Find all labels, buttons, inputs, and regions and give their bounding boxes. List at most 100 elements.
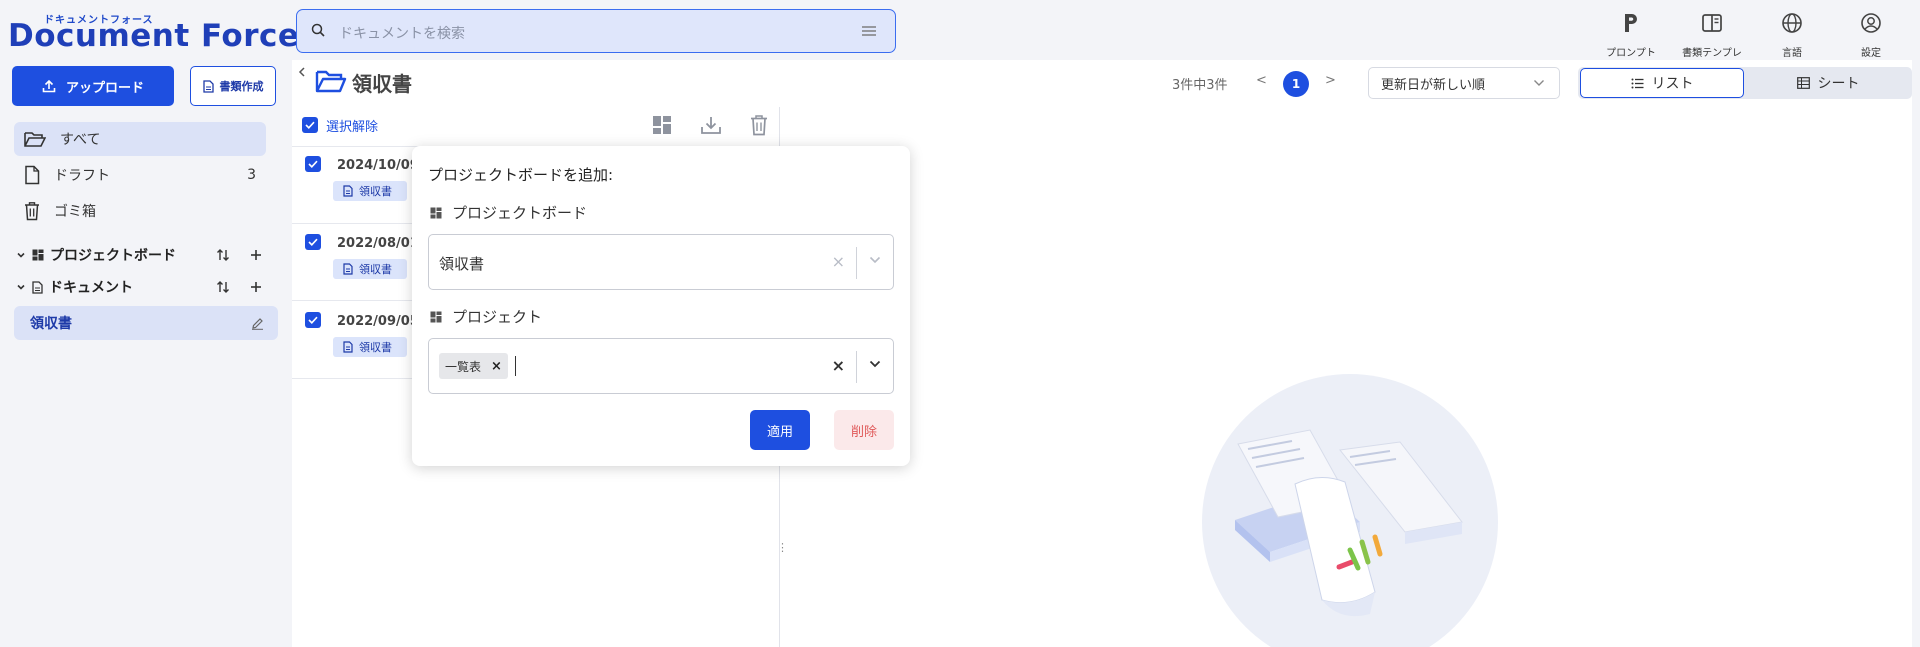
search-input[interactable]: ドキュメントを検索 (339, 23, 465, 43)
sort-icon[interactable] (216, 280, 230, 294)
sheet-icon (1796, 77, 1810, 89)
settings-label: 設定 (1861, 48, 1881, 59)
row-tag-label: 領収書 (359, 185, 392, 198)
add-icon[interactable] (250, 281, 262, 293)
deselect-link[interactable]: 選択解除 (326, 116, 378, 135)
clear-project-icon[interactable]: × (832, 356, 845, 375)
sidebar-item-draft[interactable]: ドラフト 3 (14, 158, 266, 192)
view-list-button[interactable]: リスト (1580, 68, 1744, 98)
row-tag[interactable]: 領収書 (333, 181, 407, 201)
trash-icon (24, 201, 40, 221)
row-tag-label: 領収書 (359, 341, 392, 354)
project-multiselect[interactable]: 一覧表 × × (428, 338, 894, 394)
filter-menu-icon[interactable] (861, 24, 877, 38)
search-icon (311, 23, 325, 37)
chevron-down-icon[interactable] (16, 282, 26, 292)
settings-button[interactable]: 設定 (1826, 10, 1916, 59)
row-date[interactable]: 2024/10/09 (337, 158, 419, 173)
list-icon (1631, 78, 1644, 89)
upload-button[interactable]: アップロード (12, 66, 174, 106)
board-icon (430, 207, 442, 218)
page-title: 領収書 (352, 72, 412, 96)
sidebar-item-label: ドラフト (54, 168, 110, 184)
project-board-value: 領収書 (439, 255, 485, 273)
pager-prev-button[interactable]: < (1256, 73, 1267, 88)
collapse-sidebar-button[interactable] (294, 60, 310, 84)
chevron-down-icon[interactable] (869, 256, 881, 264)
create-document-label: 書類作成 (219, 80, 264, 93)
view-sheet-button[interactable]: シート (1746, 68, 1910, 98)
apply-button[interactable]: 適用 (750, 410, 810, 450)
board-label-text: プロジェクトボード (452, 204, 588, 222)
template-button[interactable]: 書類テンプレ (1667, 10, 1757, 59)
select-all-checkbox[interactable] (302, 117, 318, 133)
prompt-p-icon (1618, 10, 1644, 36)
section-label: ドキュメント (49, 280, 133, 296)
folder-open-icon (24, 130, 46, 148)
chip-remove-icon[interactable]: × (491, 359, 502, 374)
row-checkbox[interactable] (305, 312, 321, 328)
chevron-left-icon (298, 67, 305, 77)
sort-select[interactable]: 更新日が新しい順 (1368, 67, 1560, 99)
board-icon (430, 311, 442, 322)
trash-icon[interactable] (750, 114, 768, 136)
row-date[interactable]: 2022/08/01 (337, 236, 419, 251)
project-board-select[interactable]: 領収書 × (428, 234, 894, 290)
document-icon (32, 280, 43, 294)
sort-value: 更新日が新しい順 (1381, 77, 1486, 93)
row-checkbox[interactable] (305, 234, 321, 250)
pager-page-1[interactable]: 1 (1283, 71, 1309, 97)
view-toggle: リスト シート (1578, 67, 1912, 99)
globe-icon (1779, 10, 1805, 36)
project-field-label: プロジェクト (430, 306, 542, 327)
document-icon (343, 263, 353, 275)
row-checkbox[interactable] (305, 156, 321, 172)
section-project-board[interactable]: プロジェクトボード (16, 243, 276, 267)
add-icon[interactable] (250, 249, 262, 261)
sidebar-folder-receipts[interactable]: 領収書 (14, 306, 278, 340)
resize-handle-icon[interactable]: ⋮ (777, 541, 788, 554)
search-bar[interactable]: ドキュメントを検索 (296, 9, 896, 53)
user-circle-icon (1858, 10, 1884, 36)
sidebar-item-all[interactable]: すべて (14, 122, 266, 156)
project-label-text: プロジェクト (452, 308, 543, 326)
prompt-label: プロンプト (1606, 48, 1656, 59)
view-list-label: リスト (1651, 76, 1694, 92)
edit-pencil-icon[interactable] (251, 317, 264, 330)
board-field-label: プロジェクトボード (430, 202, 587, 223)
upload-icon (42, 79, 56, 93)
select-separator (856, 247, 857, 279)
list-toolbar: 選択解除 (302, 112, 780, 138)
prompt-button[interactable]: プロンプト (1586, 10, 1676, 59)
select-separator (856, 351, 857, 383)
section-documents[interactable]: ドキュメント (16, 275, 276, 299)
project-chip: 一覧表 × (439, 353, 508, 379)
document-icon (343, 341, 353, 353)
pager-next-button[interactable]: > (1325, 73, 1336, 88)
row-date[interactable]: 2022/09/05 (337, 314, 419, 329)
chevron-down-icon[interactable] (16, 250, 26, 260)
sidebar-item-trash[interactable]: ゴミ箱 (14, 194, 266, 228)
app-logo[interactable]: Document Force (8, 18, 299, 54)
sort-icon[interactable] (216, 248, 230, 262)
language-button[interactable]: 言語 (1747, 10, 1837, 59)
sidebar-item-label: すべて (60, 132, 101, 148)
row-tag-label: 領収書 (359, 263, 392, 276)
chip-label: 一覧表 (445, 359, 482, 374)
upload-label: アップロード (65, 80, 144, 96)
language-label: 言語 (1782, 48, 1802, 59)
row-tag[interactable]: 領収書 (333, 259, 407, 279)
create-document-button[interactable]: 書類作成 (190, 66, 276, 106)
download-icon[interactable] (700, 115, 722, 135)
view-sheet-label: シート (1817, 76, 1860, 92)
file-icon (24, 165, 40, 185)
clear-board-icon[interactable]: × (832, 252, 845, 271)
document-icon (343, 185, 353, 197)
chevron-down-icon[interactable] (869, 360, 881, 368)
delete-button[interactable]: 削除 (834, 410, 894, 450)
add-project-board-popup: プロジェクトボードを追加: プロジェクトボード 領収書 × プロジェクト 一覧表… (412, 146, 910, 466)
row-tag[interactable]: 領収書 (333, 337, 407, 357)
board-icon[interactable] (652, 115, 672, 135)
section-label: プロジェクトボード (50, 248, 176, 264)
board-icon (32, 249, 44, 261)
